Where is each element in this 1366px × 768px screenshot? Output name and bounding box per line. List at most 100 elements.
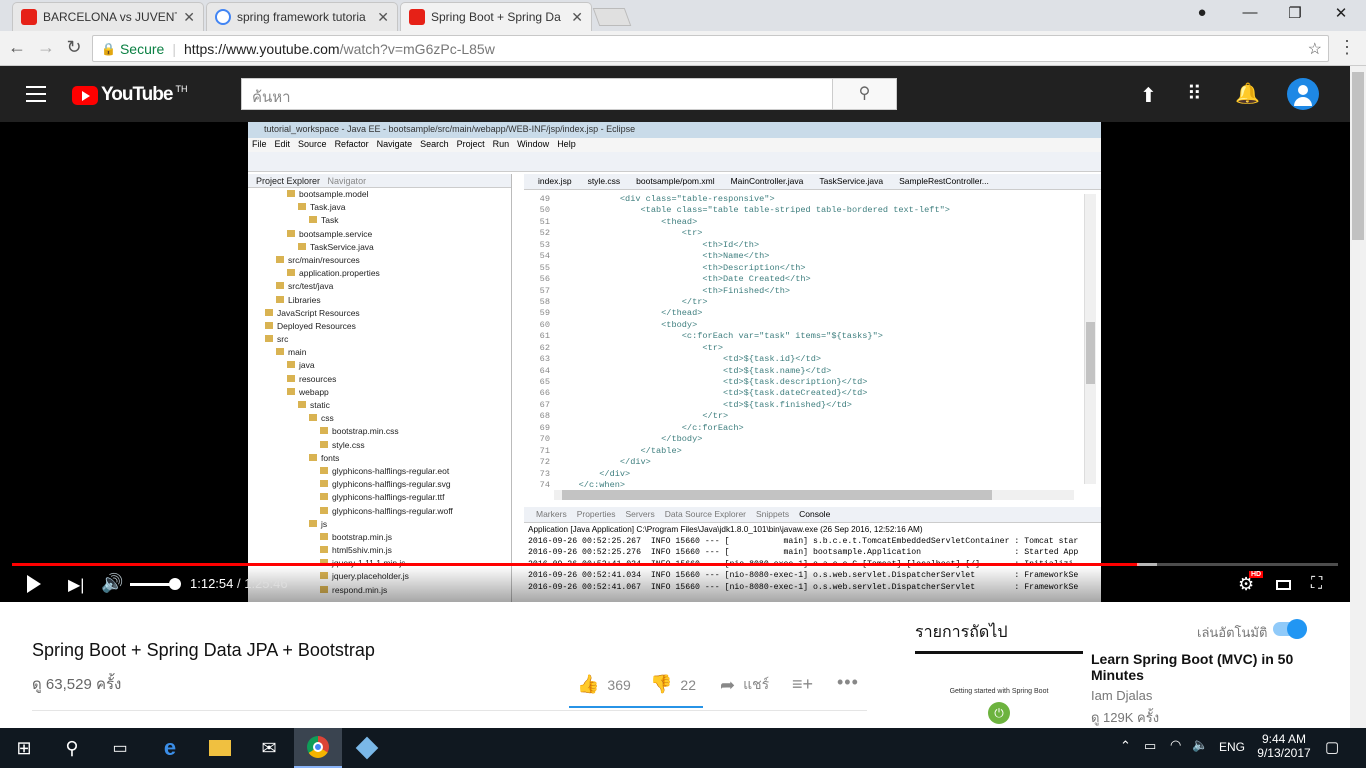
tree-item: webapp	[248, 386, 511, 399]
page-scrollbar[interactable]	[1350, 66, 1366, 728]
lock-icon: 🔒	[101, 41, 116, 56]
upload-icon[interactable]: ⬆	[1140, 83, 1157, 108]
wifi-icon[interactable]: ◠	[1170, 737, 1181, 753]
search-icon[interactable]: ⚲	[48, 728, 96, 768]
more-actions-icon[interactable]: •••	[837, 672, 859, 693]
code-line: 63 <td>${task.id}</td>	[524, 354, 1084, 365]
forward-icon[interactable]: →	[35, 37, 57, 58]
hd-badge: HD	[1249, 571, 1264, 578]
line-number: 50	[539, 205, 550, 216]
up-next-title[interactable]: Learn Spring Boot (MVC) in 50 Minutes	[1091, 651, 1321, 683]
editor-tab: MainController.java	[730, 176, 804, 186]
menu-dots-icon[interactable]: ⋮	[1336, 37, 1358, 58]
chrome-icon[interactable]	[294, 728, 342, 768]
autoplay-toggle[interactable]	[1273, 619, 1307, 639]
language-indicator[interactable]: ENG	[1219, 740, 1245, 754]
address-bar[interactable]: 🔒 Secure | https://www.youtube.com/watch…	[92, 35, 1329, 62]
notifications-bell-icon[interactable]: 🔔	[1235, 81, 1260, 106]
minimize-button[interactable]: —	[1236, 4, 1264, 24]
back-icon[interactable]: ←	[6, 37, 28, 58]
dislike-button[interactable]: 👎 22	[650, 674, 696, 695]
tree-item: bootsample.service	[248, 228, 511, 241]
code-text: </c:when>	[558, 479, 626, 490]
fullscreen-icon[interactable]: ⛶	[1311, 575, 1322, 593]
line-number: 51	[539, 216, 550, 227]
autoplay-label: เล่นอัตโนมัติ	[1197, 625, 1268, 640]
close-window-button[interactable]: ✕	[1327, 4, 1355, 24]
tree-item: Task.java	[248, 201, 511, 214]
windows-start-icon[interactable]: ⊞	[0, 728, 48, 768]
console-tab: Markers	[536, 509, 567, 519]
new-tab-button[interactable]	[592, 8, 632, 26]
code-text: <div class="table-responsive">	[558, 194, 775, 204]
search-icon: ⚲	[858, 85, 871, 102]
tree-node-icon	[320, 427, 328, 435]
tree-item-label: Deployed Resources	[277, 320, 356, 331]
browser-tab[interactable]: spring framework tutoria ✕	[206, 2, 398, 31]
youtube-header: YouTube TH ค้นหา ⚲ ⬆ ⠿ 🔔	[0, 66, 1350, 122]
tree-node-icon	[320, 546, 328, 554]
browser-tab[interactable]: BARCELONA vs JUVENTUS ✕	[12, 2, 204, 31]
tree-item-label: webapp	[299, 386, 329, 397]
speaker-icon[interactable]: 🔈	[1192, 737, 1208, 753]
close-tab-icon[interactable]: ✕	[377, 9, 389, 26]
avatar[interactable]	[1287, 78, 1319, 110]
theater-mode-icon[interactable]	[1276, 580, 1291, 590]
code-line: 51 <thead>	[524, 217, 1084, 228]
reload-icon[interactable]: ↻	[63, 37, 85, 58]
code-line: 60 <tbody>	[524, 320, 1084, 331]
tree-node-icon	[320, 493, 328, 501]
code-text: <th>Name</th>	[558, 251, 770, 262]
restore-button[interactable]: ❐	[1281, 4, 1309, 24]
volume-icon[interactable]: 🔊	[101, 573, 123, 594]
hamburger-menu-icon[interactable]	[26, 86, 46, 102]
browser-toolbar: ← → ↻ 🔒 Secure | https://www.youtube.com…	[0, 31, 1366, 66]
tree-node-icon	[298, 401, 306, 408]
youtube-logo[interactable]: YouTube TH	[72, 84, 187, 106]
tree-item: JavaScript Resources	[248, 307, 511, 320]
task-view-icon[interactable]: ▭	[96, 728, 144, 768]
time-display: 1:12:54 / 1:25:46	[190, 576, 288, 591]
up-next-channel[interactable]: Iam Djalas	[1091, 688, 1152, 703]
close-tab-icon[interactable]: ✕	[183, 9, 195, 26]
video-player[interactable]: tutorial_workspace - Java EE - bootsampl…	[0, 122, 1350, 602]
like-ratio-bar	[569, 706, 703, 708]
code-line: 59 </thead>	[524, 308, 1084, 319]
clock[interactable]: 9:44 AM 9/13/2017	[1254, 732, 1314, 760]
tree-item-label: JavaScript Resources	[277, 307, 360, 318]
tree-node-icon	[276, 282, 284, 290]
like-button[interactable]: 👍 369	[577, 674, 631, 695]
show-hidden-icons[interactable]: ⌃	[1120, 738, 1131, 754]
next-icon[interactable]: ▶|	[68, 575, 84, 595]
tree-node-icon	[320, 480, 328, 488]
code-text: <td>${task.dateCreated}</td>	[558, 388, 868, 399]
app-cube-icon[interactable]	[343, 728, 391, 768]
browser-tab-active[interactable]: Spring Boot + Spring Da ✕	[400, 2, 592, 31]
search-input[interactable]: ค้นหา	[241, 78, 833, 110]
close-tab-icon[interactable]: ✕	[571, 9, 583, 26]
tree-item-label: glyphicons-halflings-regular.woff	[332, 505, 453, 516]
code-line: 66 <td>${task.dateCreated}</td>	[524, 388, 1084, 399]
file-explorer-icon[interactable]	[196, 728, 244, 768]
video-frame: tutorial_workspace - Java EE - bootsampl…	[248, 122, 1101, 602]
battery-icon[interactable]: ▭	[1144, 738, 1156, 754]
apps-grid-icon[interactable]: ⠿	[1187, 81, 1202, 106]
up-next-thumbnail[interactable]: Getting started with Spring Boot ⏻	[915, 651, 1083, 728]
edge-icon[interactable]: e	[146, 728, 194, 768]
mail-icon[interactable]: ✉	[245, 728, 293, 768]
add-to-playlist-icon[interactable]: ≡+	[792, 674, 813, 695]
bookmark-star-icon[interactable]: ☆	[1308, 39, 1322, 59]
tree-item-label: bootsample.model	[299, 189, 369, 199]
code-line: 68 </tr>	[524, 411, 1084, 422]
play-icon[interactable]	[27, 575, 41, 593]
code-text: <c:forEach var="task" items="${tasks}">	[558, 331, 883, 342]
profile-icon[interactable]: ●	[1188, 4, 1216, 24]
line-number: 70	[539, 434, 550, 445]
volume-slider[interactable]	[130, 583, 174, 586]
search-button[interactable]: ⚲	[832, 78, 897, 110]
action-center-icon[interactable]: ▢	[1325, 738, 1339, 756]
volume-handle[interactable]	[169, 578, 181, 590]
tree-item: bootstrap.min.js	[248, 531, 511, 544]
share-button[interactable]: ➦ แชร์	[720, 674, 769, 696]
editor-tab: SampleRestController...	[899, 176, 989, 186]
